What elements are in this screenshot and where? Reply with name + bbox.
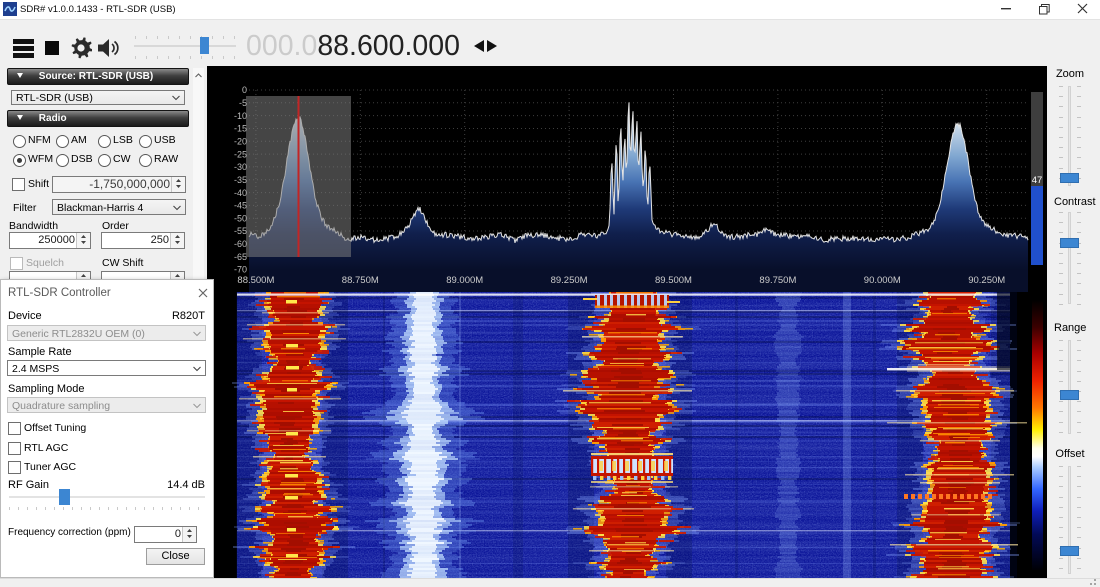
svg-text:-60: -60 — [234, 239, 247, 249]
svg-text:-30: -30 — [234, 162, 247, 172]
svg-text:-25: -25 — [234, 149, 247, 159]
svg-text:-40: -40 — [234, 188, 247, 198]
svg-text:-35: -35 — [234, 175, 247, 185]
svg-text:-15: -15 — [234, 124, 247, 134]
svg-text:90.250M: 90.250M — [968, 275, 1005, 286]
svg-text:-55: -55 — [234, 226, 247, 236]
svg-text:-10: -10 — [234, 111, 247, 121]
svg-text:88.500M: 88.500M — [237, 275, 274, 286]
svg-text:-45: -45 — [234, 201, 247, 211]
svg-text:0: 0 — [242, 85, 247, 95]
svg-text:47: 47 — [1032, 175, 1043, 186]
svg-text:89.750M: 89.750M — [759, 275, 796, 286]
svg-text:-20: -20 — [234, 137, 247, 147]
svg-text:89.250M: 89.250M — [551, 275, 588, 286]
svg-text:-70: -70 — [234, 265, 247, 275]
svg-text:-65: -65 — [234, 252, 247, 262]
svg-text:90.000M: 90.000M — [864, 275, 901, 286]
svg-text:89.000M: 89.000M — [446, 275, 483, 286]
svg-text:88.750M: 88.750M — [342, 275, 379, 286]
svg-text:89.500M: 89.500M — [655, 275, 692, 286]
svg-text:-5: -5 — [239, 98, 247, 108]
svg-text:-50: -50 — [234, 213, 247, 223]
